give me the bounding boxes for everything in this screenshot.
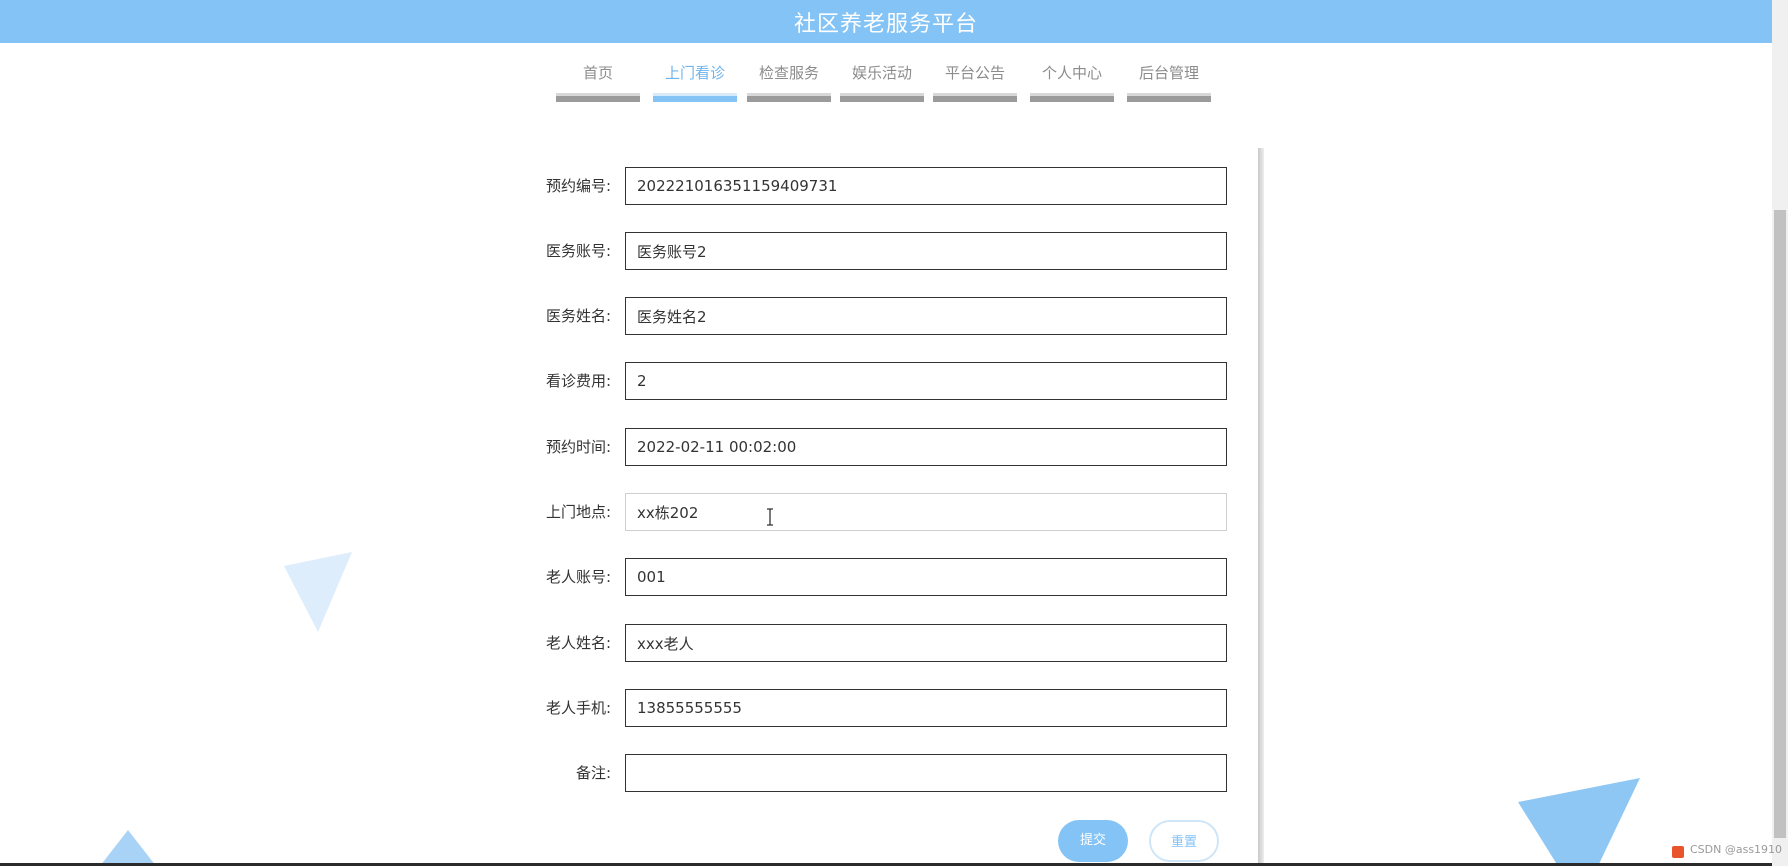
field-label: 看诊费用: <box>545 372 611 390</box>
field-label: 预约时间: <box>545 438 611 456</box>
nav-underline <box>556 93 640 102</box>
field-label: 上门地点: <box>545 503 611 521</box>
system-tray <box>1672 846 1684 858</box>
form-row: 看诊费用: <box>520 362 1230 400</box>
doctor-name-field[interactable] <box>625 297 1227 335</box>
form-row: 老人姓名: <box>520 624 1230 662</box>
form-row: 老人手机: <box>520 689 1230 727</box>
csdn-logo-icon <box>1672 846 1684 858</box>
nav-item-label: 娱乐活动 <box>851 64 912 82</box>
panel-edge <box>1258 148 1264 866</box>
nav-underline <box>1030 93 1114 102</box>
main-nav: 首页 上门看诊 检查服务 娱乐活动 平台公告 个人中心 后台管理 <box>0 60 1772 104</box>
form-row: 预约时间: <box>520 428 1230 466</box>
form-row: 预约编号: <box>520 167 1230 205</box>
form-row: 老人账号: <box>520 558 1230 596</box>
nav-item-home[interactable]: 首页 <box>556 60 640 102</box>
nav-underline <box>747 93 831 102</box>
elder-account-field[interactable] <box>625 558 1227 596</box>
nav-item-label: 检查服务 <box>758 64 819 82</box>
nav-item-activities[interactable]: 娱乐活动 <box>840 60 924 102</box>
decorative-triangle <box>100 830 156 866</box>
form-row: 备注: <box>520 754 1230 792</box>
watermark: CSDN @ass1910 <box>1690 843 1783 856</box>
visit-address-field[interactable] <box>625 493 1227 531</box>
elder-name-field[interactable] <box>625 624 1227 662</box>
page-scrollbar[interactable] <box>1772 0 1788 866</box>
appointment-number-field[interactable] <box>625 167 1227 205</box>
field-label: 老人姓名: <box>545 634 611 652</box>
doctor-account-field[interactable] <box>625 232 1227 270</box>
field-label: 预约编号: <box>545 177 611 195</box>
nav-item-label: 平台公告 <box>944 64 1005 82</box>
visit-fee-field[interactable] <box>625 362 1227 400</box>
form-row: 上门地点: <box>520 493 1230 531</box>
site-title: 社区养老服务平台 <box>793 11 978 37</box>
nav-underline <box>653 93 737 102</box>
reset-button[interactable]: 重置 <box>1149 820 1219 862</box>
nav-item-profile[interactable]: 个人中心 <box>1030 60 1114 102</box>
nav-item-label: 后台管理 <box>1138 64 1199 82</box>
form-row: 医务账号: <box>520 232 1230 270</box>
nav-underline <box>840 93 924 102</box>
field-label: 医务账号: <box>545 242 611 260</box>
form-row: 医务姓名: <box>520 297 1230 335</box>
decorative-triangle <box>284 552 352 632</box>
text-cursor-icon <box>767 508 773 526</box>
page: 社区养老服务平台 首页 上门看诊 检查服务 娱乐活动 平台公告 个人中心 后台管… <box>0 0 1788 866</box>
remarks-field[interactable] <box>625 754 1227 792</box>
appointment-time-field[interactable] <box>625 428 1227 466</box>
field-label: 老人账号: <box>545 568 611 586</box>
field-label: 医务姓名: <box>545 307 611 325</box>
field-label: 备注: <box>575 764 611 782</box>
nav-item-home-visit[interactable]: 上门看诊 <box>653 60 737 102</box>
field-label: 老人手机: <box>545 699 611 717</box>
nav-item-checkup[interactable]: 检查服务 <box>747 60 831 102</box>
nav-item-admin[interactable]: 后台管理 <box>1127 60 1211 102</box>
nav-item-label: 个人中心 <box>1041 64 1102 82</box>
scrollbar-thumb[interactable] <box>1774 210 1786 838</box>
elder-phone-field[interactable] <box>625 689 1227 727</box>
nav-item-label: 上门看诊 <box>664 64 725 82</box>
nav-item-announcements[interactable]: 平台公告 <box>933 60 1017 102</box>
decorative-triangle <box>1518 778 1640 866</box>
submit-button[interactable]: 提交 <box>1058 820 1128 862</box>
nav-underline <box>933 93 1017 102</box>
nav-item-label: 首页 <box>582 64 613 82</box>
header-bar: 社区养老服务平台 <box>0 0 1772 43</box>
nav-underline <box>1127 93 1211 102</box>
